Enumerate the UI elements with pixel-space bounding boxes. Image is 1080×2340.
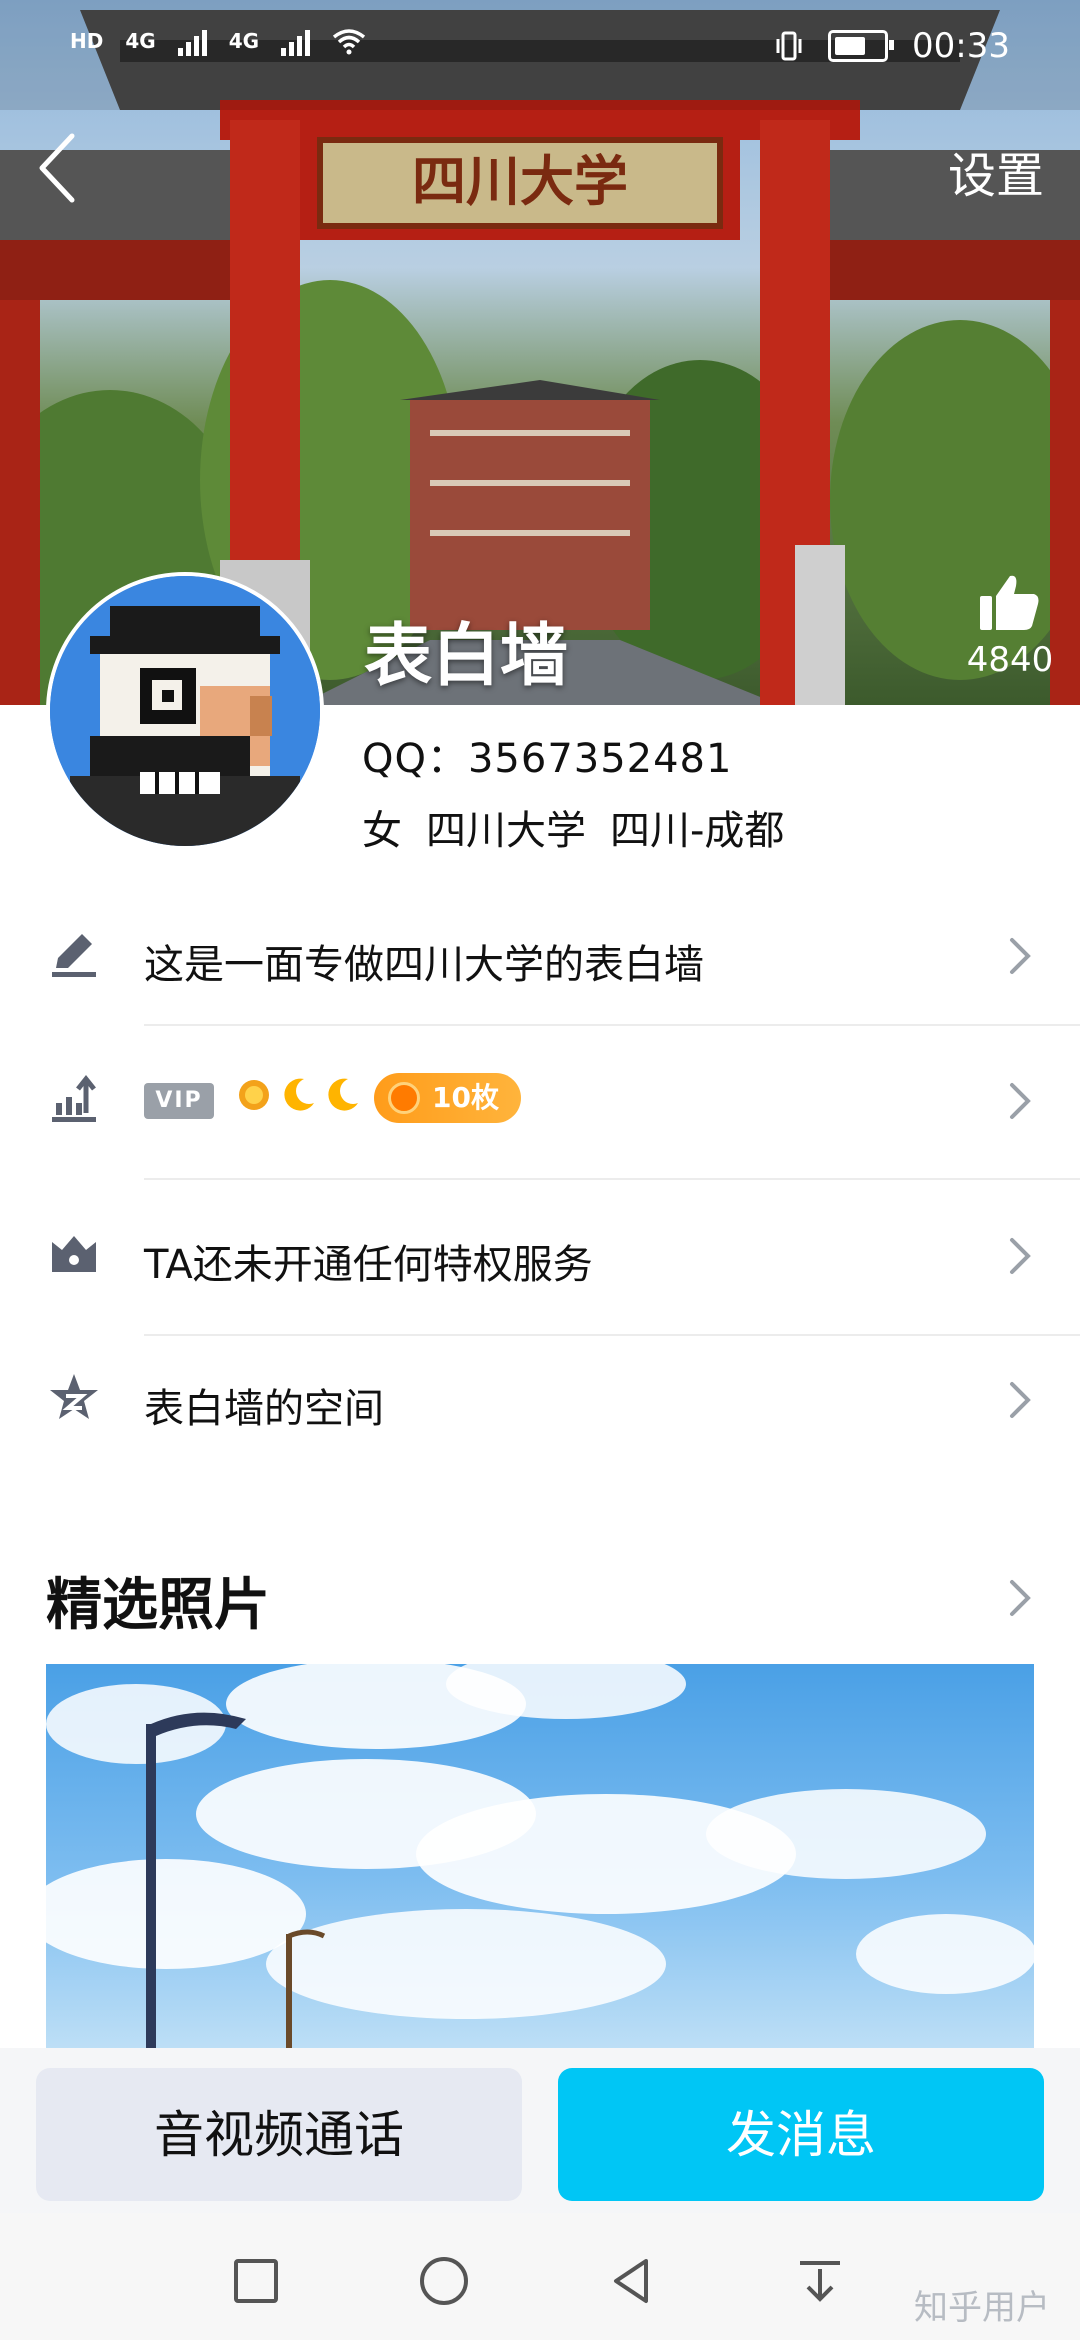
location: 四川-成都 (610, 808, 785, 854)
signature-row[interactable]: 这是一面专做四川大学的表白墙 (0, 888, 1080, 1028)
status-bar: HD 4G 4G 00:33 (0, 0, 1080, 92)
av-call-button[interactable]: 音视频通话 (36, 2068, 522, 2201)
signal-icon (177, 26, 207, 56)
watermark: 知乎用户 (914, 2288, 1050, 2328)
action-bar: 音视频通话 发消息 (0, 2048, 1080, 2213)
network-type-1: 4G (125, 29, 156, 53)
coins-badge: 10枚 (374, 1073, 521, 1123)
recents-icon[interactable] (230, 2255, 282, 2307)
vip-badge: VIP (144, 1083, 214, 1119)
photo-sky-scene (46, 1664, 1034, 2054)
like-button[interactable]: 4840 (960, 572, 1060, 680)
divider (144, 1024, 1080, 1026)
space-row[interactable]: 表白墙的空间 (0, 1332, 1080, 1472)
level-row[interactable]: VIP 10枚 (0, 1033, 1080, 1173)
crown-icon (52, 1236, 96, 1272)
level-icons (234, 1075, 362, 1115)
notification-pulldown-icon[interactable] (794, 2255, 846, 2307)
level-up-icon (52, 1074, 96, 1122)
chevron-right-icon (1010, 938, 1031, 974)
moon-icon (284, 1078, 314, 1111)
wifi-icon (332, 29, 366, 55)
battery-icon (828, 30, 895, 62)
avatar-pixel-art (50, 576, 320, 846)
chevron-right-icon[interactable] (1008, 1578, 1032, 1618)
photos-section-title: 精选照片 (46, 1573, 270, 1638)
send-message-button[interactable]: 发消息 (558, 2068, 1044, 2201)
space-text: 表白墙的空间 (144, 1386, 384, 1432)
privileges-row[interactable]: TA还未开通任何特权服务 (0, 1188, 1080, 1328)
pencil-icon (52, 934, 96, 977)
settings-button[interactable]: 设置 (948, 136, 1044, 206)
coins-count: 10枚 (432, 1081, 499, 1114)
qq-number: QQ：3567352481 (362, 736, 733, 782)
signal-icon-2 (281, 26, 311, 56)
back-nav-icon[interactable] (606, 2255, 658, 2307)
chevron-right-icon (1010, 1083, 1031, 1119)
moon-icon (328, 1078, 358, 1111)
like-count: 4840 (966, 640, 1054, 680)
clock: 00:33 (912, 26, 1010, 66)
school: 四川大学 (426, 808, 586, 854)
star-space-icon (50, 1374, 98, 1419)
avatar[interactable] (46, 572, 324, 850)
featured-photo[interactable] (46, 1664, 1034, 2054)
chevron-right-icon (1010, 1238, 1031, 1274)
signature-text: 这是一面专做四川大学的表白墙 (144, 942, 704, 988)
profile-nickname: 表白墙 (364, 617, 569, 696)
cover-sign-text: 四川大学 (412, 149, 628, 213)
chevron-right-icon (1010, 1382, 1031, 1418)
home-icon[interactable] (418, 2255, 470, 2307)
coin-icon (388, 1082, 420, 1114)
privileges-text: TA还未开通任何特权服务 (144, 1242, 593, 1288)
profile-meta: 女 四川大学 四川-成都 (362, 798, 784, 856)
hd-indicator: HD (70, 29, 104, 53)
sun-icon (239, 1080, 269, 1110)
network-type-2: 4G (228, 29, 260, 53)
gender: 女 (362, 808, 402, 854)
chevron-left-icon[interactable] (28, 128, 88, 208)
vibrate-icon (776, 31, 802, 61)
thumbs-up-icon (980, 575, 1039, 630)
divider (144, 1178, 1080, 1180)
